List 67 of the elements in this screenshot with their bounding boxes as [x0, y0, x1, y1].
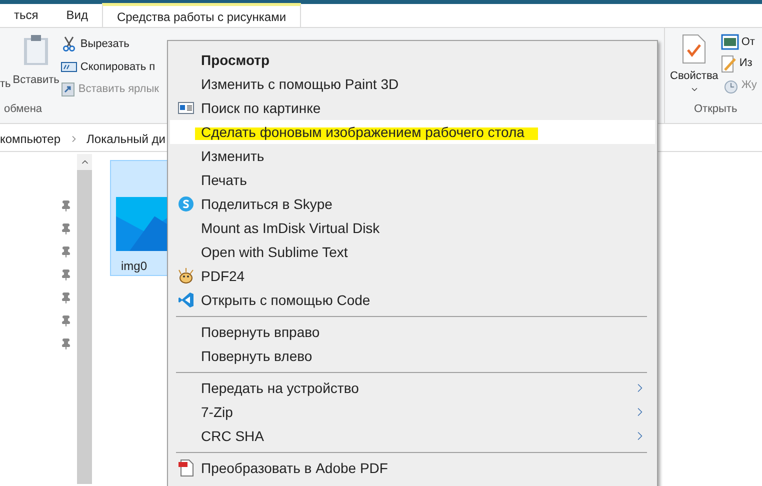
- menu-item[interactable]: Сделать фоновым изображением рабочего стола: [170, 120, 655, 144]
- pin-icon[interactable]: [60, 292, 72, 304]
- menu-item-label: Повернуть влево: [201, 346, 312, 366]
- pin-icon[interactable]: [60, 269, 72, 281]
- menu-item-label: CRC SHA: [201, 426, 264, 446]
- paste-button[interactable]: Вставить: [12, 34, 60, 100]
- shortcut-icon: [61, 81, 76, 98]
- menu-item[interactable]: Открыть с помощью Code: [170, 288, 655, 312]
- menu-item[interactable]: Open with Sublime Text: [170, 240, 655, 264]
- menu-item-label: 7-Zip: [201, 402, 233, 422]
- ribbon-tab[interactable]: ться: [0, 3, 52, 27]
- menu-item[interactable]: Mount as ImDisk Virtual Disk: [170, 216, 655, 240]
- scissors-icon: [61, 36, 78, 52]
- menu-item[interactable]: Поиск по картинке: [170, 96, 655, 120]
- pin-icon[interactable]: [60, 246, 72, 258]
- ribbon-action[interactable]: Скопировать п: [61, 58, 159, 75]
- menu-item-label: Просмотр: [201, 50, 270, 70]
- menu-item-label: Изменить: [201, 146, 264, 166]
- menu-item-label: Открыть с помощью Code: [201, 290, 370, 310]
- group-label: обмена: [3, 102, 44, 116]
- image-icon: [721, 34, 740, 50]
- menu-item[interactable]: 7-Zip: [170, 400, 655, 424]
- ribbon-action[interactable]: Вырезать: [61, 36, 159, 52]
- menu-item[interactable]: Просмотр: [170, 48, 655, 72]
- pencil-icon: [721, 54, 738, 72]
- menu-item[interactable]: Передать на устройство: [170, 376, 655, 400]
- pin-icon[interactable]: [60, 223, 72, 235]
- menu-item-label: Изменить с помощью Paint 3D: [201, 74, 399, 94]
- image-search-icon: [178, 102, 194, 114]
- menu-item-label: Печать: [201, 170, 247, 190]
- menu-item[interactable]: PDF24: [170, 264, 655, 288]
- menu-item-label: Поиск по картинке: [201, 98, 321, 118]
- ribbon-action[interactable]: Из: [721, 54, 757, 72]
- ribbon-tab[interactable]: Вид: [52, 3, 102, 27]
- menu-item-label: Передать на устройство: [201, 378, 359, 398]
- pin-icon[interactable]: [60, 315, 72, 327]
- pin-icon[interactable]: [60, 338, 72, 350]
- group-label: Открыть: [693, 102, 738, 116]
- pin-icon[interactable]: [60, 200, 72, 212]
- menu-item-label: Преобразовать в Adobe PDF: [201, 458, 388, 478]
- menu-item[interactable]: Изменить: [170, 144, 655, 168]
- properties-button[interactable]: Свойства: [670, 34, 718, 100]
- properties-icon: [682, 34, 706, 64]
- breadcrumb[interactable]: компьютер: [0, 130, 61, 148]
- breadcrumb[interactable]: Локальный ди: [86, 130, 166, 148]
- menu-item-label: Повернуть вправо: [201, 322, 320, 342]
- menu-item[interactable]: Печать: [170, 168, 655, 192]
- file-tile[interactable]: img0: [110, 160, 170, 276]
- menu-item[interactable]: CRC SHA: [170, 424, 655, 448]
- menu-item[interactable]: Преобразовать в Adobe PDF: [170, 456, 655, 480]
- menu-item[interactable]: Повернуть вправо: [170, 320, 655, 344]
- path-icon: [61, 62, 78, 72]
- menu-item-label: Open with Sublime Text: [201, 242, 348, 262]
- scrollbar[interactable]: [77, 154, 92, 484]
- clipboard-icon: [23, 34, 50, 66]
- ribbon-action[interactable]: От: [721, 34, 757, 50]
- ribbon-tab[interactable]: Средства работы с рисунками: [102, 3, 302, 27]
- menu-item[interactable]: Повернуть влево: [170, 344, 655, 368]
- code-editor-icon: [178, 292, 194, 308]
- menu-item-label: PDF24: [201, 266, 245, 286]
- menu-item[interactable]: Поделиться в Skype: [170, 192, 655, 216]
- ribbon-label: ть: [0, 77, 11, 92]
- menu-item[interactable]: Изменить с помощью Paint 3D: [170, 72, 655, 96]
- file-name[interactable]: img0: [111, 257, 148, 275]
- menu-item-label: Поделиться в Skype: [201, 194, 332, 214]
- pdf-document-icon: [178, 459, 194, 477]
- menu-item-label: Mount as ImDisk Virtual Disk: [201, 218, 380, 238]
